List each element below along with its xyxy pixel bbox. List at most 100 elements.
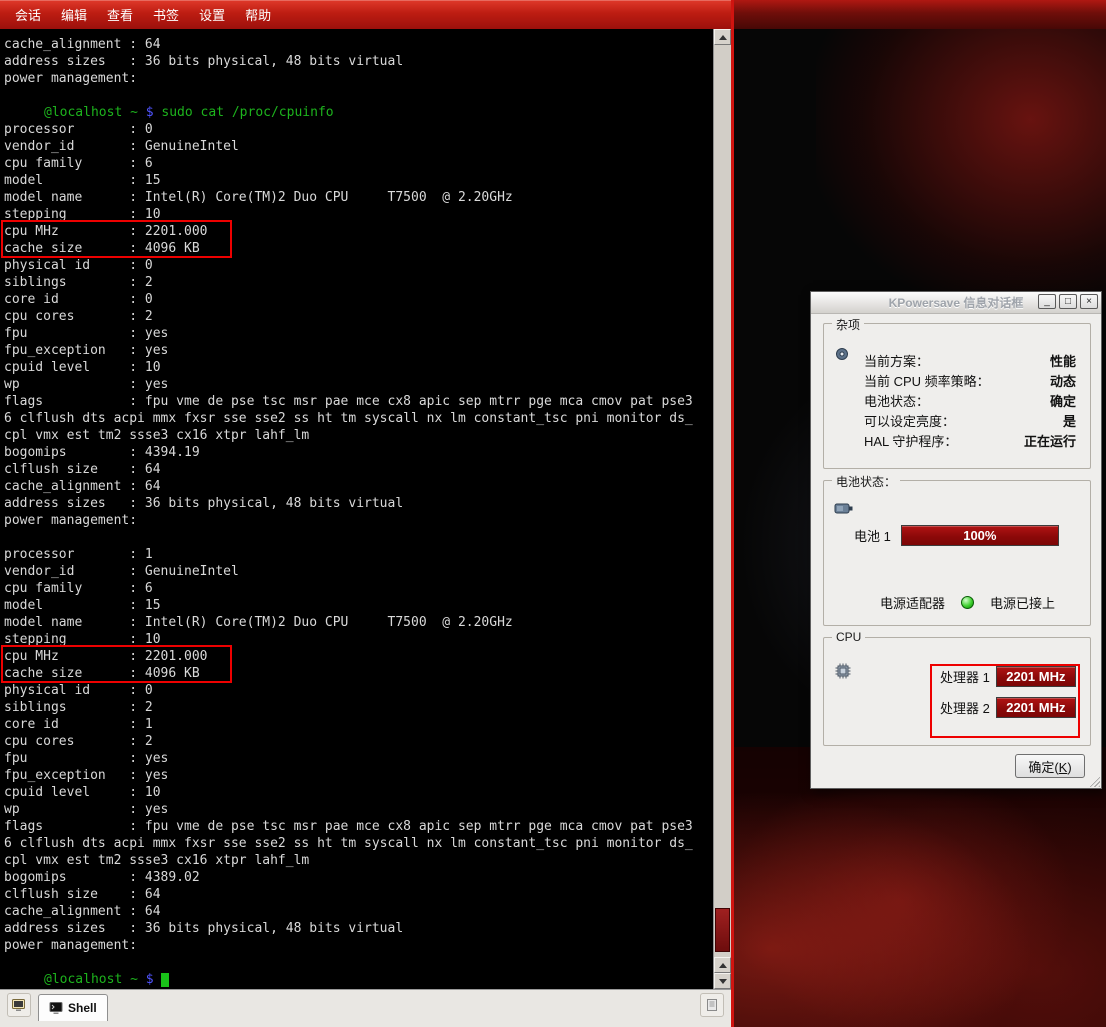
cpu-frequency-value: 2201 MHz [1006, 700, 1065, 715]
terminal-body: cache_alignment : 64address sizes : 36 b… [0, 29, 731, 989]
info-label: 电池状态： [864, 391, 929, 410]
adapter-row: 电源适配器 电源已接上 [880, 593, 1055, 612]
battery-meter: 100% [901, 525, 1059, 546]
scroll-up-button[interactable] [714, 29, 731, 45]
terminal-line: cpuid level : 10 [4, 784, 713, 801]
terminal-line: address sizes : 36 bits physical, 48 bit… [4, 495, 713, 512]
menu-item-2[interactable]: 编辑 [52, 1, 96, 28]
info-value: 性能 [1050, 351, 1076, 370]
terminal-line: address sizes : 36 bits physical, 48 bit… [4, 920, 713, 937]
terminal-line: clflush size : 64 [4, 461, 713, 478]
terminal-line: vendor_id : GenuineIntel [4, 563, 713, 580]
misc-group-label: 杂项 [832, 316, 864, 333]
prompt-line: @localhost ~ $ sudo cat /proc/cpuinfo [4, 104, 713, 121]
session-list-button[interactable] [700, 993, 724, 1017]
info-value: 动态 [1050, 371, 1076, 390]
cpu-row-1: 处理器 1 2201 MHz [940, 666, 1076, 687]
adapter-status: 电源已接上 [990, 593, 1055, 612]
background-photo-fabric [733, 747, 1106, 1027]
close-button[interactable]: × [1080, 294, 1098, 309]
terminal-line: cpl vmx est tm2 ssse3 cx16 xtpr lahf_lm [4, 852, 713, 869]
ok-label: 确定( [1028, 760, 1058, 775]
terminal-line: cpl vmx est tm2 ssse3 cx16 xtpr lahf_lm [4, 427, 713, 444]
terminal-line: cpu MHz : 2201.000 [4, 648, 713, 665]
session-list-icon [705, 998, 719, 1012]
kpowersave-dialog: KPowersave 信息对话框 _ □ × 杂项 当前方案：性能当前 CPU … [810, 291, 1102, 789]
terminal-line: cpu family : 6 [4, 580, 713, 597]
menu-item-1[interactable]: 会话 [6, 1, 50, 28]
adapter-label: 电源适配器 [880, 593, 945, 612]
window-buttons: _ □ × [1038, 294, 1098, 309]
typed-command: sudo cat /proc/cpuinfo [161, 105, 333, 120]
arrow-up-icon [719, 35, 727, 40]
resize-grip[interactable] [1087, 774, 1100, 787]
background-top-band [733, 0, 1106, 29]
terminal-line: fpu : yes [4, 750, 713, 767]
battery-row: 电池 1 100% [854, 525, 1059, 546]
terminal-line: core id : 0 [4, 291, 713, 308]
terminal-line: cache_alignment : 64 [4, 36, 713, 53]
terminal-line: vendor_id : GenuineIntel [4, 138, 713, 155]
terminal-line: model name : Intel(R) Core(TM)2 Duo CPU … [4, 614, 713, 631]
info-row: HAL 守护程序： 正在运行 [864, 430, 1076, 450]
terminal-line: fpu_exception : yes [4, 342, 713, 359]
terminal-line: power management: [4, 512, 713, 529]
terminal-line: power management: [4, 937, 713, 954]
cpu-row-2: 处理器 2 2201 MHz [940, 697, 1076, 718]
prompt-line: @localhost ~ $ [4, 971, 713, 988]
terminal-line: stepping : 10 [4, 206, 713, 223]
scroll-up-button-bottom[interactable] [714, 957, 731, 973]
terminal-line: cpu MHz : 2201.000 [4, 223, 713, 240]
terminal-line: model : 15 [4, 172, 713, 189]
terminal-line: fpu_exception : yes [4, 767, 713, 784]
arrow-down-icon [719, 979, 727, 984]
scrollbar-thumb[interactable] [715, 908, 730, 952]
terminal-line: cpu cores : 2 [4, 733, 713, 750]
terminal-line: fpu : yes [4, 325, 713, 342]
info-row: 可以设定亮度：是 [864, 410, 1076, 430]
info-value: 确定 [1050, 391, 1076, 410]
terminal-line: address sizes : 36 bits physical, 48 bit… [4, 53, 713, 70]
prompt-symbol: $ [146, 105, 154, 120]
window-bottom-edge [0, 1021, 731, 1027]
menu-item-6[interactable]: 帮助 [236, 1, 280, 28]
minimize-button[interactable]: _ [1038, 294, 1056, 309]
menu-item-3[interactable]: 查看 [98, 1, 142, 28]
tab-label: Shell [68, 1001, 97, 1015]
menu-item-5[interactable]: 设置 [190, 1, 234, 28]
terminal-line: clflush size : 64 [4, 886, 713, 903]
menu-item-4[interactable]: 书签 [144, 1, 188, 28]
terminal-line: physical id : 0 [4, 257, 713, 274]
scroll-down-button[interactable] [714, 973, 731, 989]
terminal-line: flags : fpu vme de pse tsc msr pae mce c… [4, 393, 713, 410]
info-label: HAL 守护程序： [864, 431, 957, 450]
terminal-scrollbar[interactable] [713, 29, 731, 989]
terminal-line: power management: [4, 70, 713, 87]
ok-button[interactable]: 确定(K) [1015, 754, 1085, 778]
terminal-line: physical id : 0 [4, 682, 713, 699]
terminal-line: 6 clflush dts acpi mmx fxsr sse sse2 ss … [4, 410, 713, 427]
new-session-button[interactable] [7, 993, 31, 1017]
info-value: 正在运行 [1024, 431, 1076, 450]
terminal-line: bogomips : 4389.02 [4, 869, 713, 886]
info-label: 当前方案： [864, 351, 929, 370]
maximize-button[interactable]: □ [1059, 294, 1077, 309]
misc-icon [834, 346, 850, 367]
processor-label: 处理器 1 [940, 667, 990, 686]
terminal-line [4, 529, 713, 546]
terminal-line: cpu family : 6 [4, 155, 713, 172]
cpu-icon [834, 662, 852, 685]
info-label: 可以设定亮度： [864, 411, 955, 430]
terminal-line: flags : fpu vme de pse tsc msr pae mce c… [4, 818, 713, 835]
battery-icon [834, 501, 854, 520]
cpu-frequency-meter: 2201 MHz [996, 666, 1076, 687]
tab-shell[interactable]: Shell [38, 994, 108, 1021]
processor-label: 处理器 2 [940, 698, 990, 717]
redacted-username [4, 104, 44, 116]
terminal-line [4, 954, 713, 971]
battery-level: 100% [963, 528, 996, 543]
dialog-titlebar[interactable]: KPowersave 信息对话框 _ □ × [811, 292, 1101, 314]
terminal-line: model : 15 [4, 597, 713, 614]
terminal-output[interactable]: cache_alignment : 64address sizes : 36 b… [0, 29, 713, 989]
dialog-title: KPowersave 信息对话框 [889, 294, 1024, 311]
